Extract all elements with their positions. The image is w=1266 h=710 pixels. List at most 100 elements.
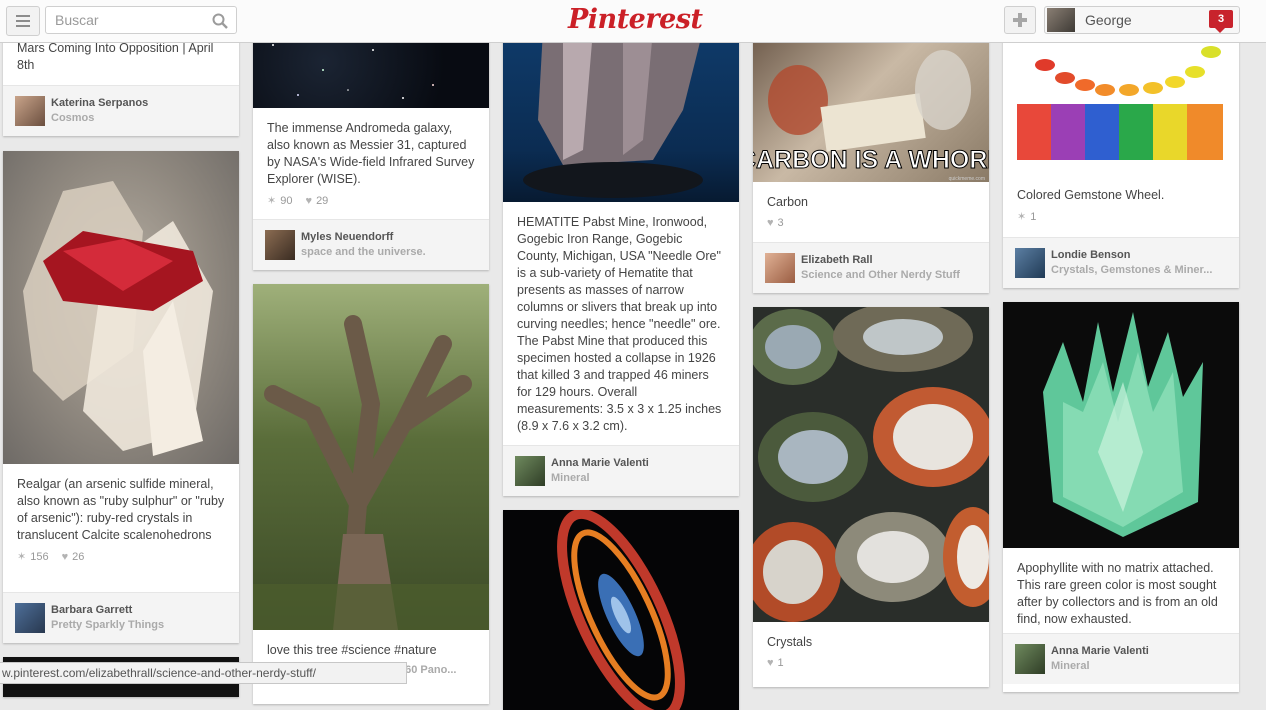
pin-attribution[interactable]: Anna Marie Valenti Mineral xyxy=(503,445,739,496)
pin-card[interactable]: CARBON IS A WHORE quickmeme.com Carbon ♥… xyxy=(753,30,989,293)
pin-stats: ✶ 1 xyxy=(1003,204,1239,228)
avatar xyxy=(1047,8,1075,32)
search-icon[interactable] xyxy=(212,13,228,29)
board-name[interactable]: Mineral xyxy=(1051,660,1231,672)
menu-icon xyxy=(16,15,30,17)
board-name[interactable]: Pretty Sparkly Things xyxy=(51,619,231,631)
search-box xyxy=(45,6,237,34)
search-input[interactable] xyxy=(46,7,205,33)
pinner-name[interactable]: Myles Neuendorff xyxy=(301,231,393,243)
plus-icon xyxy=(1013,13,1027,27)
carbon-meme-image: CARBON IS A WHORE quickmeme.com xyxy=(753,50,989,182)
pin-description: The immense Andromeda galaxy, also known… xyxy=(267,121,475,186)
pin-stats: ✶ 90 ♥ 29 xyxy=(253,188,489,212)
like-count: 3 xyxy=(777,217,784,229)
menu-icon-bar xyxy=(16,25,30,27)
pin-image[interactable]: CARBON IS A WHORE quickmeme.com xyxy=(753,30,989,182)
repin-count: 90 xyxy=(280,195,293,207)
pin-attribution[interactable]: Anna Marie Valenti Mineral xyxy=(1003,633,1239,684)
heart-icon: ♥ xyxy=(767,657,774,669)
pin-description: Crystals xyxy=(767,635,813,649)
pinner-name[interactable]: Anna Marie Valenti xyxy=(1051,645,1149,657)
pin-attribution[interactable]: Katerina Serpanos Cosmos xyxy=(3,85,239,136)
heart-icon: ♥ xyxy=(767,217,774,229)
repin-icon: ✶ xyxy=(1017,211,1027,223)
pin-card[interactable]: Crystals ♥ 1 xyxy=(753,307,989,687)
watermark: quickmeme.com xyxy=(949,176,985,182)
pin-attribution[interactable]: Myles Neuendorff space and the universe. xyxy=(253,219,489,270)
menu-icon-bar xyxy=(16,20,30,22)
status-bar-url: w.pinterest.com/elizabethrall/science-an… xyxy=(0,662,407,684)
heart-icon: ♥ xyxy=(61,551,69,563)
pin-description: HEMATITE Pabst Mine, Ironwood, Gogebic I… xyxy=(517,215,722,433)
user-name: George xyxy=(1085,12,1132,28)
user-menu-button[interactable]: George 3 xyxy=(1044,6,1240,34)
board-name[interactable]: Crystals, Gemstones & Miner... xyxy=(1051,264,1231,276)
like-count: 26 xyxy=(72,551,85,563)
pin-image[interactable] xyxy=(253,284,489,630)
pin-image[interactable] xyxy=(503,30,739,202)
pin-description: love this tree #science #nature xyxy=(267,643,437,657)
avatar xyxy=(15,96,45,126)
pin-card[interactable]: Colored Gemstone Wheel. ✶ 1 Londie Benson… xyxy=(1003,30,1239,288)
board-name[interactable]: space and the universe. xyxy=(301,246,481,258)
pin-image[interactable] xyxy=(1003,30,1239,175)
avatar xyxy=(1015,248,1045,278)
avatar xyxy=(265,230,295,260)
hematite-image xyxy=(523,30,703,198)
pin-image[interactable] xyxy=(1003,302,1239,548)
pin-card[interactable]: love this tree #science #nature 360 Pano… xyxy=(253,284,489,704)
pin-description: Apophyllite with no matrix attached. Thi… xyxy=(1017,561,1218,626)
pinner-name[interactable]: Barbara Garrett xyxy=(51,604,132,616)
avatar xyxy=(15,603,45,633)
avatar xyxy=(1015,644,1045,674)
pinner-name[interactable]: Katerina Serpanos xyxy=(51,97,148,109)
geodes-image xyxy=(753,307,989,622)
gemstone-wheel-image xyxy=(1017,46,1223,160)
pin-attribution[interactable]: Barbara Garrett Pretty Sparkly Things xyxy=(3,592,239,643)
pin-card[interactable]: Realgar (an arsenic sulfide mineral, als… xyxy=(3,151,239,643)
repin-icon: ✶ xyxy=(17,551,27,563)
board-name[interactable]: Cosmos xyxy=(51,112,231,124)
board-name[interactable]: Mineral xyxy=(551,472,731,484)
notification-badge[interactable]: 3 xyxy=(1209,10,1233,33)
pin-image[interactable] xyxy=(3,151,239,464)
pin-card[interactable]: Apophyllite with no matrix attached. Thi… xyxy=(1003,302,1239,692)
board-name[interactable]: 360 Pano... xyxy=(399,664,456,676)
pin-attribution[interactable]: Londie Benson Crystals, Gemstones & Mine… xyxy=(1003,237,1239,288)
menu-button[interactable] xyxy=(6,6,40,36)
pin-card[interactable] xyxy=(503,510,739,710)
pinner-name[interactable]: Anna Marie Valenti xyxy=(551,457,649,469)
like-count: 1 xyxy=(777,657,784,669)
pin-image[interactable] xyxy=(503,510,739,710)
pin-description: Realgar (an arsenic sulfide mineral, als… xyxy=(17,477,225,542)
avatar xyxy=(515,456,545,486)
tree-image xyxy=(253,315,489,630)
pinner-name[interactable]: Londie Benson xyxy=(1051,249,1130,261)
apophyllite-image xyxy=(1043,312,1203,537)
pin-description: Colored Gemstone Wheel. xyxy=(1017,188,1165,202)
meme-caption: CARBON IS A WHORE xyxy=(753,146,989,174)
pin-attribution[interactable]: Elizabeth Rall Science and Other Nerdy S… xyxy=(753,242,989,293)
pin-card[interactable]: Mars Coming Into Opposition | April 8th … xyxy=(3,30,239,136)
pin-stats: ♥ 1 xyxy=(753,651,989,675)
pin-card[interactable]: HEMATITE Pabst Mine, Ironwood, Gogebic I… xyxy=(503,30,739,496)
andromeda-galaxy-image xyxy=(557,510,685,710)
pin-card[interactable]: The immense Andromeda galaxy, also known… xyxy=(253,30,489,270)
heart-icon: ♥ xyxy=(305,195,313,207)
board-name[interactable]: Science and Other Nerdy Stuff xyxy=(801,269,981,281)
like-count: 29 xyxy=(316,195,329,207)
pin-image[interactable] xyxy=(753,307,989,622)
realgar-crystal-image xyxy=(23,181,213,456)
repin-count: 156 xyxy=(30,551,49,563)
repin-count: 1 xyxy=(1030,211,1037,223)
add-pin-button[interactable] xyxy=(1004,6,1036,34)
pinterest-logo[interactable]: Pinterest xyxy=(568,4,703,35)
top-bar: Pinterest George 3 xyxy=(0,0,1266,43)
repin-icon: ✶ xyxy=(267,195,277,207)
avatar xyxy=(765,253,795,283)
scrollbar[interactable] xyxy=(1262,43,1266,684)
pin-description: Carbon xyxy=(767,195,808,209)
pin-stats: ♥ 3 xyxy=(753,211,989,235)
pinner-name[interactable]: Elizabeth Rall xyxy=(801,254,873,266)
